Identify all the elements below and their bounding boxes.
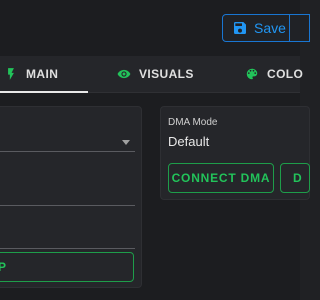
save-button-label: Save	[254, 20, 286, 36]
tab-colors-label: COLO	[267, 67, 304, 81]
text-field-underline	[0, 205, 135, 206]
palette-icon	[246, 68, 258, 80]
dma-mode-select[interactable]: Default	[168, 134, 209, 149]
tab-bar: MAIN VISUALS COLO	[0, 56, 303, 93]
chevron-down-icon[interactable]	[122, 140, 130, 145]
tab-visuals[interactable]: VISUALS	[117, 56, 194, 92]
connect-dma-label: CONNECT DMA	[171, 171, 271, 185]
tab-visuals-label: VISUALS	[139, 67, 194, 81]
tab-main-label: MAIN	[26, 67, 59, 81]
eye-icon	[117, 69, 131, 79]
dma-mode-label: DMA Mode	[168, 117, 218, 128]
save-button[interactable]: Save	[222, 14, 290, 42]
text-field-underline-2	[0, 248, 135, 249]
tab-colors[interactable]: COLO	[245, 56, 303, 92]
tab-main[interactable]: MAIN	[0, 56, 88, 93]
save-icon	[234, 22, 246, 34]
connect-dma-button[interactable]: CONNECT DMA	[168, 163, 274, 193]
left-card-action-label: P	[0, 260, 7, 274]
lightning-icon	[8, 68, 14, 80]
top-toolbar: Save	[0, 0, 310, 56]
dma-secondary-button[interactable]: D	[280, 163, 310, 193]
left-card-action-button[interactable]: P	[0, 252, 134, 282]
select-field-underline	[0, 151, 135, 152]
dma-secondary-label: D	[293, 171, 303, 185]
save-options-button[interactable]	[290, 14, 310, 42]
